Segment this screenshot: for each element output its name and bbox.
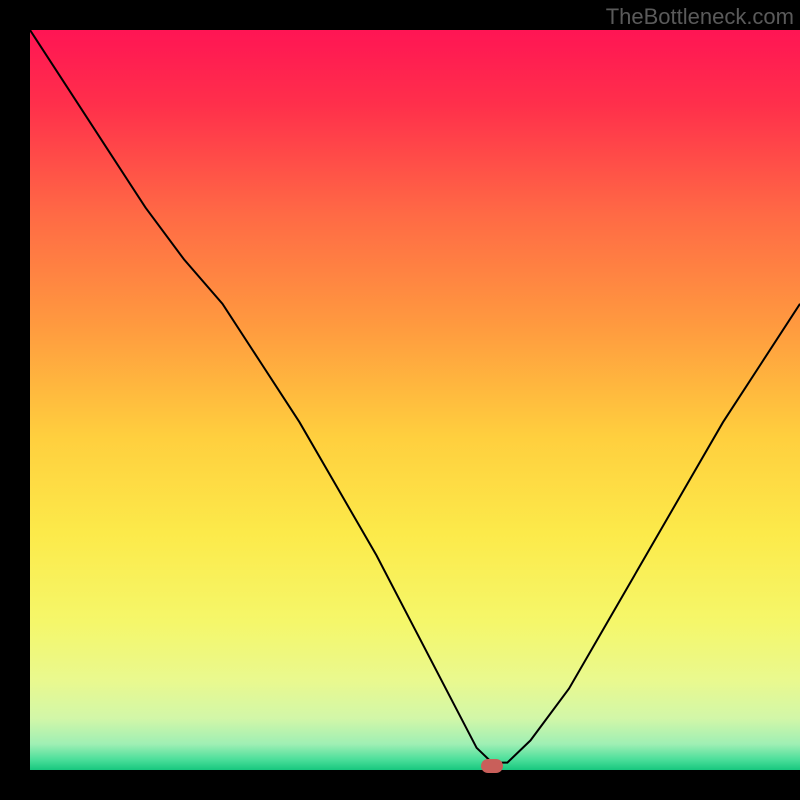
- watermark-text: TheBottleneck.com: [606, 4, 794, 30]
- bottleneck-curve: [30, 30, 800, 770]
- plot-area: [30, 30, 800, 770]
- optimal-marker: [481, 759, 503, 773]
